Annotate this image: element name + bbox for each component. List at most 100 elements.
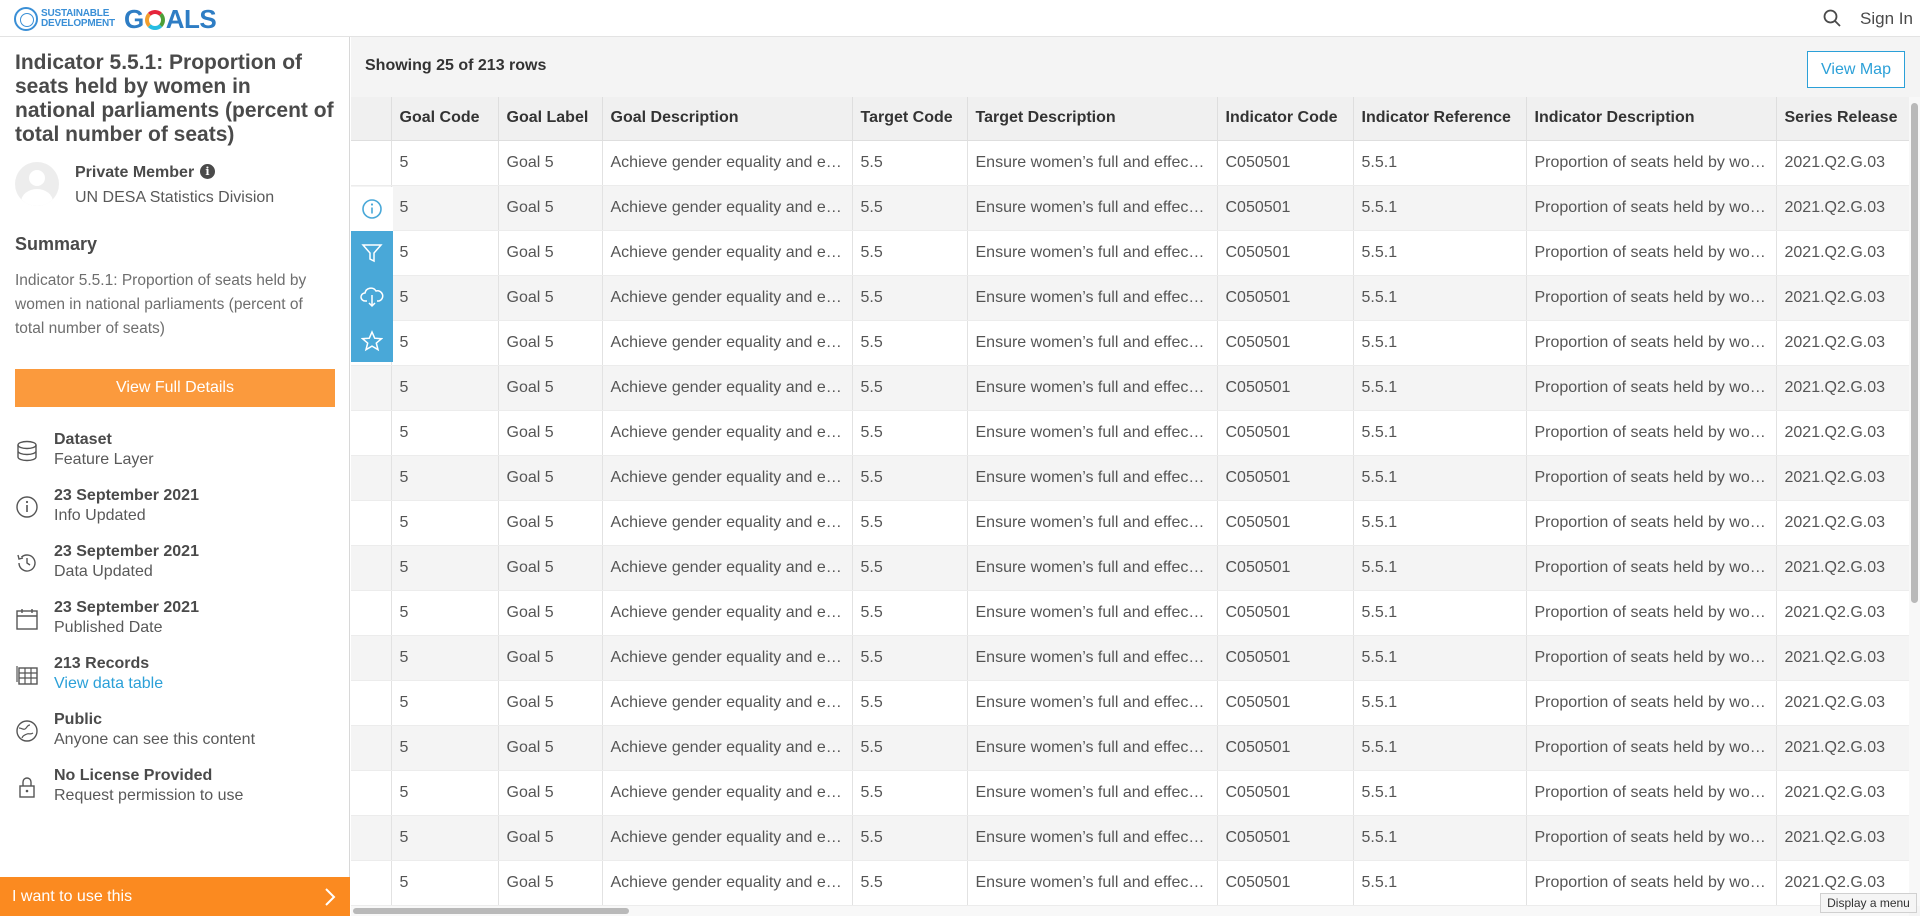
table-cell: Achieve gender equality and empower all … [602, 680, 853, 726]
vertical-scrollbar[interactable] [1909, 97, 1920, 906]
table-row[interactable]: 5Goal 5Achieve gender equality and empow… [351, 500, 1909, 546]
filter-tool-button[interactable] [351, 231, 393, 275]
row-handle [351, 545, 392, 591]
meta-info-updated: 23 September 2021 Info Updated [15, 487, 335, 533]
table-row[interactable]: 5Goal 5Achieve gender equality and empow… [351, 860, 1909, 906]
table-row[interactable]: 5Goal 5Achieve gender equality and empow… [351, 770, 1909, 816]
download-tool-button[interactable] [351, 275, 393, 319]
column-header[interactable]: Indicator Reference [1353, 97, 1527, 141]
table-cell: C050501 [1217, 365, 1354, 411]
filter-icon [361, 244, 383, 263]
table-cell: Proportion of seats held by women in nat… [1526, 455, 1777, 501]
table-row[interactable]: 5Goal 5Achieve gender equality and empow… [351, 230, 1909, 276]
column-header[interactable]: Indicator Description [1526, 97, 1777, 141]
table-cell: 5.5.1 [1353, 545, 1527, 591]
owner-organization: UN DESA Statistics Division [75, 189, 275, 206]
table-cell: Proportion of seats held by women in nat… [1526, 320, 1777, 366]
table-cell: C050501 [1217, 635, 1354, 681]
view-data-table-link[interactable]: View data table [54, 675, 163, 693]
summary-text: Indicator 5.5.1: Proportion of seats hel… [15, 272, 307, 337]
column-header[interactable]: Goal Description [602, 97, 853, 141]
i-want-to-use-this-button[interactable]: I want to use this [0, 877, 350, 916]
horizontal-scrollbar[interactable] [351, 906, 1909, 916]
table-row[interactable]: 5Goal 5Achieve gender equality and empow… [351, 815, 1909, 861]
search-icon[interactable] [1823, 9, 1841, 27]
use-label: I want to use this [12, 888, 133, 905]
table-row[interactable]: 5Goal 5Achieve gender equality and empow… [351, 320, 1909, 366]
globe-icon [16, 720, 38, 742]
data-grid[interactable]: Goal Code Goal Label Goal Description Targe… [351, 97, 1909, 906]
table-body: 5Goal 5Achieve gender equality and empow… [351, 140, 1909, 906]
sdg-logo[interactable]: SUSTAINABLE DEVELOPMENT G ALS [14, 3, 217, 34]
sign-in-link[interactable]: Sign In [1860, 9, 1913, 29]
table-cell: Ensure women’s full and effective partic… [967, 815, 1218, 861]
column-header[interactable]: Goal Label [498, 97, 603, 141]
table-cell: C050501 [1217, 140, 1354, 186]
table-cell: Achieve gender equality and empower all … [602, 770, 853, 816]
table-cell: C050501 [1217, 680, 1354, 726]
scroll-thumb[interactable] [353, 908, 629, 914]
table-cell: Ensure women’s full and effective partic… [967, 320, 1218, 366]
table-cell: 2021.Q2.G.03 [1776, 455, 1909, 501]
table-row[interactable]: 5Goal 5Achieve gender equality and empow… [351, 725, 1909, 771]
table-cell: Proportion of seats held by women in nat… [1526, 410, 1777, 456]
table-cell: 2021.Q2.G.03 [1776, 275, 1909, 321]
meta-subtitle: Feature Layer [54, 451, 154, 468]
table-cell: C050501 [1217, 320, 1354, 366]
table-cell: Achieve gender equality and empower all … [602, 275, 853, 321]
table-cell: Goal 5 [498, 725, 603, 771]
table-cell: C050501 [1217, 185, 1354, 231]
table-row[interactable]: 5Goal 5Achieve gender equality and empow… [351, 545, 1909, 591]
table-row[interactable]: 5Goal 5Achieve gender equality and empow… [351, 365, 1909, 411]
table-row[interactable]: 5Goal 5Achieve gender equality and empow… [351, 410, 1909, 456]
column-header[interactable]: Target Code [852, 97, 968, 141]
star-icon [361, 330, 383, 352]
table-cell: 5 [391, 365, 499, 411]
logo-goals: G ALS [124, 3, 217, 34]
owner-info-icon[interactable]: i [200, 164, 215, 179]
table-header-row: Goal Code Goal Label Goal Description Targe… [351, 97, 1909, 141]
table-cell: C050501 [1217, 545, 1354, 591]
table-cell: 5 [391, 455, 499, 501]
table-cell: C050501 [1217, 455, 1354, 501]
page-title: Indicator 5.5.1: Proportion of seats hel… [15, 51, 334, 146]
table-cell: Proportion of seats held by women in nat… [1526, 140, 1777, 186]
favorite-tool-button[interactable] [351, 319, 393, 363]
table-row[interactable]: 5Goal 5Achieve gender equality and empow… [351, 185, 1909, 231]
table-row[interactable]: 5Goal 5Achieve gender equality and empow… [351, 635, 1909, 681]
table-cell: 2021.Q2.G.03 [1776, 320, 1909, 366]
meta-license: No License Provided Request permission t… [15, 767, 335, 813]
view-map-button[interactable]: View Map [1807, 51, 1905, 88]
table-cell: Achieve gender equality and empower all … [602, 725, 853, 771]
table-cell: 5.5.1 [1353, 185, 1527, 231]
table-row[interactable]: 5Goal 5Achieve gender equality and empow… [351, 275, 1909, 321]
scroll-thumb[interactable] [1911, 103, 1918, 603]
row-handle [351, 680, 392, 726]
table-cell: Proportion of seats held by women in nat… [1526, 275, 1777, 321]
table-row[interactable]: 5Goal 5Achieve gender equality and empow… [351, 455, 1909, 501]
meta-dataset: Dataset Feature Layer [15, 431, 335, 477]
column-header[interactable]: Indicator Code [1217, 97, 1354, 141]
table-cell: C050501 [1217, 770, 1354, 816]
table-cell: 2021.Q2.G.03 [1776, 635, 1909, 681]
table-row[interactable]: 5Goal 5Achieve gender equality and empow… [351, 680, 1909, 726]
table-cell: Ensure women’s full and effective partic… [967, 680, 1218, 726]
view-full-details-button[interactable]: View Full Details [15, 369, 335, 407]
column-header[interactable]: Goal Code [391, 97, 499, 141]
table-cell: 5.5.1 [1353, 500, 1527, 546]
meta-title: Public [54, 711, 103, 728]
table-cell: 5.5.1 [1353, 590, 1527, 636]
column-header[interactable]: Target Description [967, 97, 1218, 141]
table-cell: Achieve gender equality and empower all … [602, 140, 853, 186]
info-tool-button[interactable] [351, 187, 393, 231]
row-handle [351, 725, 392, 771]
table-row[interactable]: 5Goal 5Achieve gender equality and empow… [351, 140, 1909, 186]
table-row[interactable]: 5Goal 5Achieve gender equality and empow… [351, 590, 1909, 636]
meta-title: No License Provided [54, 767, 213, 784]
table-cell: Achieve gender equality and empower all … [602, 185, 853, 231]
table-cell: C050501 [1217, 275, 1354, 321]
table-cell: Goal 5 [498, 635, 603, 681]
table-cell: 5.5.1 [1353, 230, 1527, 276]
table-cell: 5 [391, 590, 499, 636]
column-header[interactable]: Series Release [1776, 97, 1909, 141]
